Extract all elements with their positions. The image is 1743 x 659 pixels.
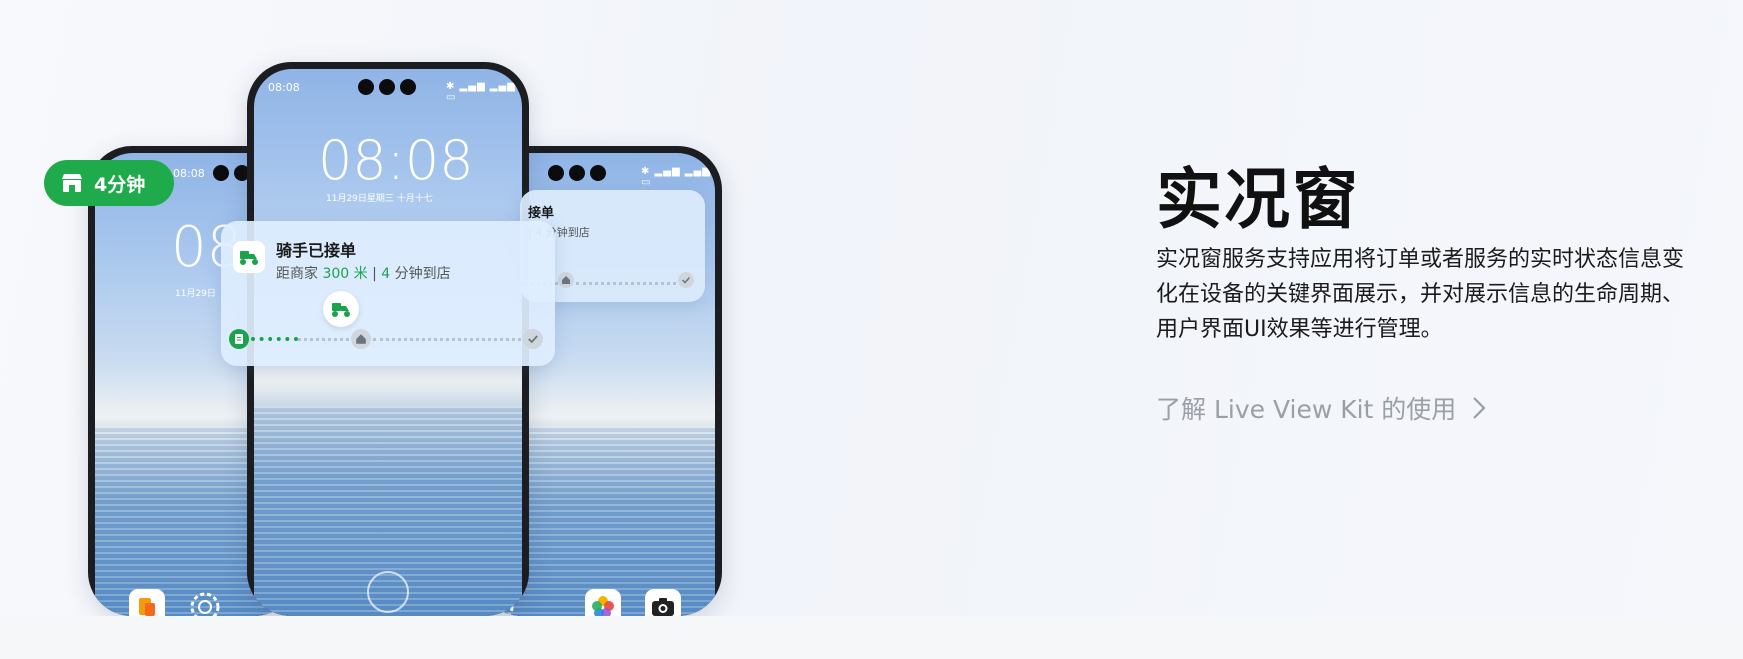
learn-more-label: 了解 Live View Kit 的使用 — [1156, 395, 1457, 424]
store-icon — [62, 174, 82, 192]
fingerprint-icon[interactable] — [367, 571, 409, 613]
hero-stage: 08:08 08 11月29日 ✱ ▂▄▆ ▂▄▆ ▭ 08:08 ✱ ▂▄▆ … — [0, 0, 1743, 616]
footer-band — [0, 616, 1743, 659]
lock-screen-date: 11月29日星期三 十月十七 — [326, 194, 433, 204]
status-time: 08:08 — [173, 167, 205, 180]
camera-cutout — [358, 79, 416, 95]
camera-cutout — [213, 165, 250, 181]
settings-gear-icon[interactable] — [187, 589, 223, 616]
status-icons: ✱ ▂▄▆ ▂▄▆ ▭ — [446, 81, 516, 103]
card-title: 接单 — [528, 206, 555, 221]
status-time: 08:08 — [268, 81, 300, 94]
lock-screen-time: 08:08 — [318, 129, 474, 192]
card-subtitle: 距商家 300 米 | 4 分钟到店 — [276, 266, 451, 282]
chevron-right-icon — [1473, 397, 1486, 419]
page-description: 实况窗服务支持应用将订单或者服务的实时状态信息变化在设备的关键界面展示，并对展示… — [1156, 247, 1685, 342]
card-title: 骑手已接单 — [276, 241, 357, 260]
progress-track — [373, 338, 521, 341]
camera-app-icon[interactable] — [645, 589, 681, 616]
delivery-scooter-icon — [233, 241, 265, 273]
page-title: 实况窗 — [1156, 161, 1360, 238]
check-node-icon — [678, 272, 694, 288]
home-node-icon — [351, 329, 371, 349]
progress-track-done — [251, 337, 298, 341]
home-node-icon — [558, 272, 574, 288]
order-start-node-icon — [229, 329, 249, 349]
progress-track — [576, 282, 676, 285]
rider-position-icon — [323, 291, 359, 327]
status-icons: ✱ ▂▄▆ ▂▄▆ ▭ — [641, 166, 711, 188]
gallery-app-icon[interactable] — [585, 589, 621, 616]
progress-track — [298, 338, 349, 341]
check-node-icon — [523, 329, 543, 349]
files-app-icon[interactable] — [129, 589, 165, 616]
learn-more-link[interactable]: 了解 Live View Kit 的使用 — [1156, 390, 1486, 426]
lock-screen-date: 11月29日 — [175, 289, 216, 299]
live-view-card[interactable]: 骑手已接单 距商家 300 米 | 4 分钟到店 — [221, 221, 555, 366]
camera-cutout — [548, 165, 606, 181]
eta-label: 4分钟 — [94, 173, 146, 196]
eta-capsule[interactable]: 4分钟 — [44, 160, 174, 206]
